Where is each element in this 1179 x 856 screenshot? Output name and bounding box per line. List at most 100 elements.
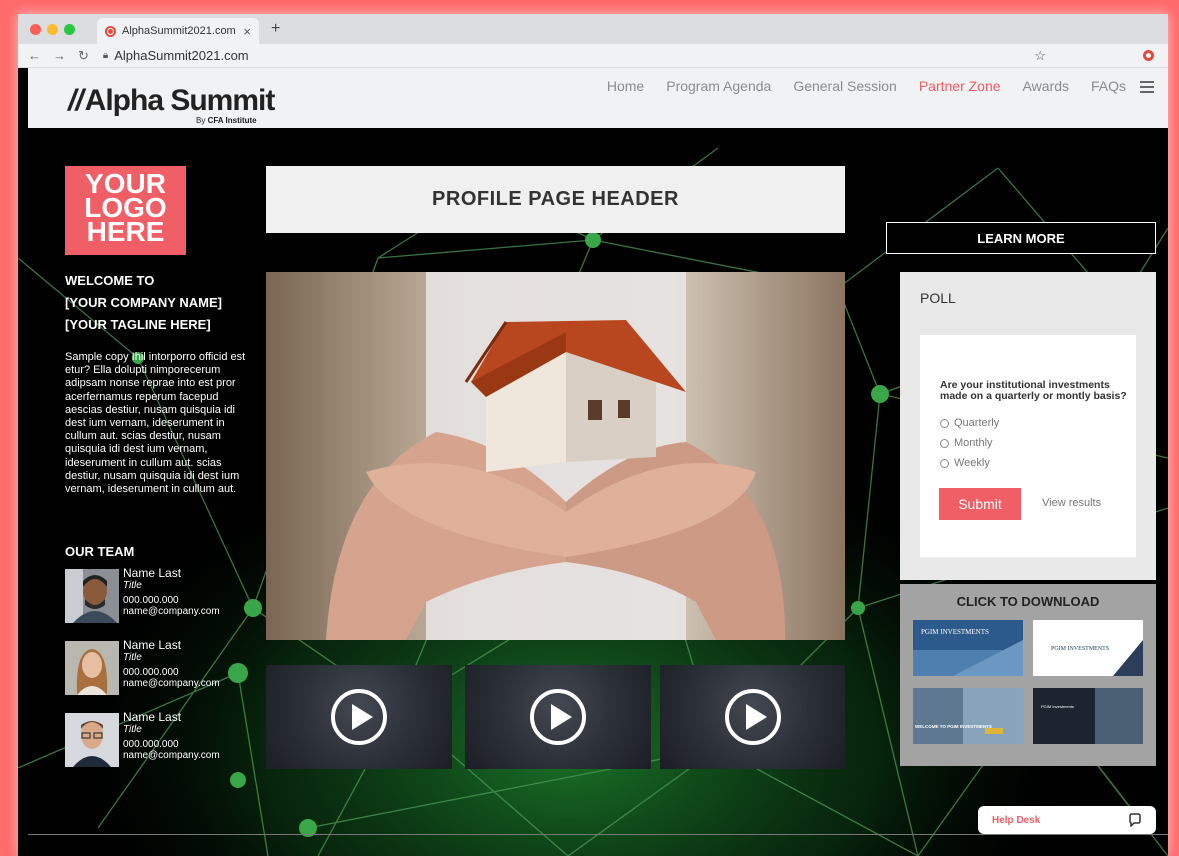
radio-button[interactable] [940, 458, 949, 468]
back-arrow-icon[interactable]: ← [28, 48, 41, 64]
company-tagline: [YOUR TAGLINE HERE] [65, 317, 211, 332]
forward-arrow-icon[interactable]: → [53, 48, 66, 64]
tab-close-icon[interactable]: × [243, 24, 251, 39]
logo-line-3: HERE [86, 216, 165, 247]
favicon-icon [105, 25, 116, 37]
browser-tab[interactable]: AlphaSummit2021.com × [97, 18, 259, 44]
minimize-window-button[interactable] [47, 23, 58, 35]
avatar [65, 713, 119, 767]
option-label: Quarterly [954, 417, 1000, 429]
window-controls [30, 23, 75, 35]
poll-option-weekly[interactable]: Weekly [940, 457, 990, 469]
new-tab-button[interactable]: + [271, 20, 280, 38]
download-thumbnail[interactable]: PGIM Investments [1033, 688, 1143, 744]
help-desk-button[interactable]: Help Desk [978, 806, 1156, 834]
nav-program-agenda[interactable]: Program Agenda [666, 78, 771, 94]
member-phone: 000.000.000 [123, 595, 179, 606]
member-title: Title [123, 724, 142, 735]
thumb-label: PGIM Investments [1041, 704, 1074, 709]
play-icon [530, 689, 586, 745]
site-header: //Alpha Summit By CFA Institute Home Pro… [28, 68, 1168, 128]
profile-page-header: PROFILE PAGE HEADER [266, 166, 845, 233]
hamburger-menu-icon[interactable] [1140, 81, 1154, 96]
download-thumbnail[interactable]: WELCOME TO PGIM INVESTMENTS [913, 688, 1023, 744]
team-member-info: Name Last Title 000.000.000 name@company… [123, 638, 220, 689]
member-phone: 000.000.000 [123, 667, 179, 678]
url-field[interactable]: 🔒︎ AlphaSummit2021.com [103, 48, 249, 63]
team-member: Name Last Title 000.000.000 name@company… [65, 638, 255, 697]
avatar [65, 641, 119, 695]
radio-button[interactable] [940, 418, 949, 428]
lock-icon: 🔒︎ [102, 50, 109, 61]
poll-question: Are your institutional investments made … [940, 379, 1127, 402]
avatar [65, 569, 119, 623]
member-email[interactable]: name@company.com [123, 678, 220, 689]
logo-mark-icon: // [68, 84, 84, 117]
poll-submit-button[interactable]: Submit [939, 488, 1021, 520]
team-member-info: Name Last Title 000.000.000 name@company… [123, 710, 220, 761]
member-name: Name Last [123, 710, 182, 724]
video-thumbnail[interactable] [660, 665, 845, 769]
browser-window: AlphaSummit2021.com × + ← → ↻ 🔒︎ AlphaSu… [18, 14, 1168, 856]
learn-more-button[interactable]: LEARN MORE [886, 222, 1156, 254]
address-bar: ← → ↻ 🔒︎ AlphaSummit2021.com ☆ [18, 44, 1168, 68]
team-member-info: Name Last Title 000.000.000 name@company… [123, 566, 220, 617]
nav-home[interactable]: Home [607, 78, 644, 94]
poll-option-monthly[interactable]: Monthly [940, 437, 993, 449]
poll-title: POLL [920, 290, 956, 306]
reload-icon[interactable]: ↻ [78, 48, 89, 64]
radio-button[interactable] [940, 438, 949, 448]
thumb-label: PGIM INVESTMENTS [921, 628, 989, 636]
company-logo-placeholder: YOUR LOGO HERE [65, 166, 186, 255]
team-heading: OUR TEAM [65, 544, 135, 559]
member-title: Title [123, 580, 142, 591]
nav-partner-zone[interactable]: Partner Zone [919, 78, 1001, 94]
member-phone: 000.000.000 [123, 739, 179, 750]
download-panel: CLICK TO DOWNLOAD PGIM INVESTMENTS PGIM … [900, 584, 1156, 766]
logo-subtitle: By CFA Institute [196, 116, 257, 125]
hero-image [266, 272, 845, 640]
thumb-label: WELCOME TO PGIM INVESTMENTS [915, 724, 992, 729]
download-thumbnail[interactable]: PGIM INVESTMENTS [913, 620, 1023, 676]
poll-card: Are your institutional investments made … [920, 335, 1136, 557]
main-nav: Home Program Agenda General Session Part… [607, 78, 1126, 94]
welcome-heading: WELCOME TO [YOUR COMPANY NAME] [YOUR TAG… [65, 270, 222, 336]
play-icon [724, 689, 781, 745]
extension-icon[interactable] [1143, 50, 1154, 61]
footer-divider [28, 834, 1168, 835]
maximize-window-button[interactable] [64, 23, 75, 35]
team-member: Name Last Title 000.000.000 name@company… [65, 710, 255, 769]
site-logo[interactable]: //Alpha Summit [68, 84, 276, 118]
logo-sub-brand: CFA Institute [207, 116, 257, 125]
logo-sub-prefix: By [196, 116, 206, 125]
welcome-line: WELCOME TO [65, 273, 155, 288]
browser-tab-bar: AlphaSummit2021.com × + [18, 14, 1168, 44]
help-desk-label: Help Desk [992, 814, 1041, 826]
video-thumbnail[interactable] [465, 665, 651, 769]
video-thumbnail[interactable] [266, 665, 452, 769]
member-title: Title [123, 652, 142, 663]
view-results-link[interactable]: View results [1042, 497, 1101, 509]
member-email[interactable]: name@company.com [123, 750, 220, 761]
company-description: Sample copy Ihil intorporro officid est … [65, 351, 246, 496]
option-label: Monthly [954, 437, 993, 449]
tab-title: AlphaSummit2021.com [122, 25, 236, 37]
thumb-label: PGIM INVESTMENTS [1051, 646, 1109, 652]
download-thumbnail[interactable]: PGIM INVESTMENTS [1033, 620, 1143, 676]
member-name: Name Last [123, 566, 182, 580]
member-name: Name Last [123, 638, 182, 652]
option-label: Weekly [954, 457, 990, 469]
member-email[interactable]: name@company.com [123, 606, 220, 617]
nav-faqs[interactable]: FAQs [1091, 78, 1126, 94]
play-icon [331, 689, 387, 745]
url-text: AlphaSummit2021.com [114, 48, 249, 63]
nav-awards[interactable]: Awards [1023, 78, 1069, 94]
nav-general-session[interactable]: General Session [793, 78, 897, 94]
chat-bubble-icon [1129, 813, 1141, 827]
bookmark-star-icon[interactable]: ☆ [1034, 48, 1046, 64]
company-name: [YOUR COMPANY NAME] [65, 295, 222, 310]
close-window-button[interactable] [30, 23, 41, 35]
logo-text: Alpha Summit [84, 84, 276, 117]
poll-option-quarterly[interactable]: Quarterly [940, 417, 999, 429]
team-member: Name Last Title 000.000.000 name@company… [65, 566, 255, 625]
